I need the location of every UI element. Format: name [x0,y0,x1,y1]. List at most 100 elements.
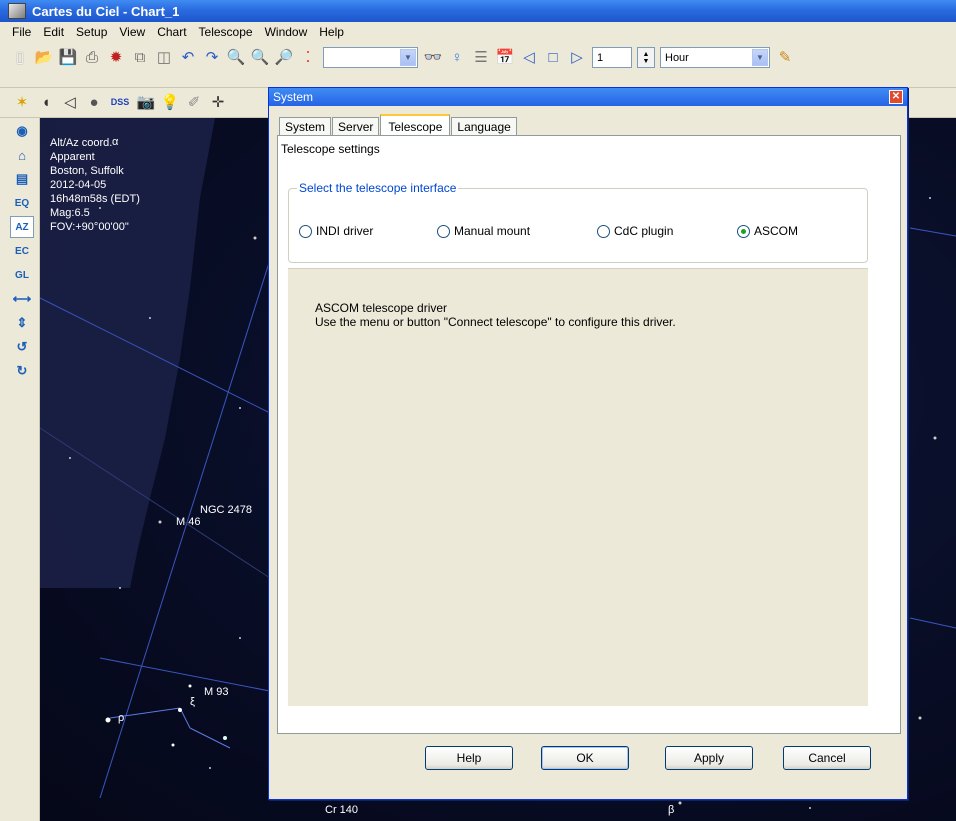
tab-system[interactable]: System [279,117,332,136]
dialog-tabs: System Server Telescope Language [279,114,518,137]
undo-icon[interactable]: ↶ [177,46,199,68]
lightbulb-icon[interactable]: 💡 [159,92,181,114]
binoculars-icon[interactable]: 👓 [422,46,444,68]
radio-indicator[interactable] [597,224,610,238]
radio-cdc-plugin[interactable]: CdC plugin [597,224,673,238]
cross-icon[interactable]: ✛ [207,92,229,114]
radio-label: CdC plugin [614,224,674,238]
menu-setup[interactable]: Setup [70,25,113,39]
radio-manual-mount[interactable]: Manual mount [437,224,530,238]
object-label-m93: M 93 [204,686,229,698]
menu-edit[interactable]: Edit [37,25,70,39]
rotate-right-icon[interactable]: ↻ [10,360,34,382]
globe-icon[interactable]: ◉ [10,120,34,142]
zoom-fov-icon[interactable]: 🔎 [273,46,295,68]
stars-icon[interactable]: ✶ [11,92,33,114]
radio-indicator[interactable] [737,224,750,238]
time-now-icon[interactable]: □ [542,46,564,68]
ec-coords-button[interactable]: EC [10,240,34,262]
camera-icon[interactable]: 📷 [135,92,157,114]
menu-chart[interactable]: Chart [151,25,192,39]
object-label-m46: M 46 [176,516,201,528]
groupbox-label: Select the telescope interface [297,181,459,195]
time-forward-icon[interactable]: ▷ [566,46,588,68]
info-date: 2012-04-05 [50,179,107,191]
nebula-icon[interactable]: ◖ [35,92,57,114]
radio-indi-driver[interactable]: INDI driver [299,224,373,238]
eq-coords-button[interactable]: EQ [10,192,34,214]
info-magnitude: Mag:6.5 [50,207,90,219]
chart-settings-icon[interactable]: ▤ [10,168,34,190]
left-toolbar: ◉ ⌂ ▤ EQ AZ EC GL ⟷ ⇕ ↺ ↻ [0,118,40,821]
dss-button[interactable]: DSS [107,92,133,114]
menu-window[interactable]: Window [259,25,314,39]
system-dialog: System ✕ System Server Telescope Languag… [268,87,908,800]
radio-label: Manual mount [454,224,531,238]
redo-icon[interactable]: ↷ [201,46,223,68]
gl-coords-button[interactable]: GL [10,264,34,286]
planet-icon[interactable]: ● [83,92,105,114]
menu-telescope[interactable]: Telescope [193,25,259,39]
time-step-spinner[interactable]: ▲ ▼ [637,47,655,68]
constellation-icon[interactable]: ◁ [59,92,81,114]
menu-bar: File Edit Setup View Chart Telescope Win… [0,22,956,42]
cancel-button[interactable]: Cancel [783,746,871,770]
list-icon[interactable]: ☰ [470,46,492,68]
print-icon[interactable]: ⎙ [81,46,103,68]
driver-info-panel: ASCOM telescope driver Use the menu or b… [288,268,868,706]
ok-button[interactable]: OK [541,746,629,770]
radio-indicator[interactable] [437,224,450,238]
interface-radio-group: INDI driver Manual mount CdC plugin ASCO… [299,224,859,244]
help-button[interactable]: Help [425,746,513,770]
open-folder-icon[interactable]: 📂 [33,46,55,68]
radio-indicator[interactable] [299,224,312,238]
fov-select[interactable]: ▼ [323,47,418,68]
tab-telescope[interactable]: Telescope [380,114,451,137]
setup-icon[interactable]: ✹ [105,46,127,68]
tab-server[interactable]: Server [332,117,380,136]
info-coord-mode: Alt/Az coord. [50,137,113,149]
color-dots-icon[interactable]: ⁚ [297,46,319,68]
info-apparent: Apparent [50,151,95,163]
tab-language[interactable]: Language [451,117,517,136]
page-title: Telescope settings [281,142,380,156]
flip-vertical-icon[interactable]: ⇕ [10,312,34,334]
time-back-icon[interactable]: ◁ [518,46,540,68]
app-icon [8,3,26,19]
search-icon[interactable]: ♀ [446,46,468,68]
star-label-alpha: α [112,136,119,148]
info-location: Boston, Suffolk [50,165,124,177]
dialog-title: System [273,90,314,104]
time-step-input[interactable]: 1 [592,47,632,68]
menu-file[interactable]: File [6,25,37,39]
window-tile-icon[interactable]: ⧉ [129,46,151,68]
chevron-down-icon: ▼ [752,49,768,66]
flip-horizontal-icon[interactable]: ⟷ [10,288,34,310]
zoom-out-icon[interactable]: 🔍 [249,46,271,68]
menu-help[interactable]: Help [313,25,350,39]
apply-button[interactable]: Apply [665,746,753,770]
time-unit-select[interactable]: Hour ▼ [660,47,770,68]
save-icon[interactable]: 💾 [57,46,79,68]
window-title-bar: Cartes du Ciel - Chart_1 [0,0,956,22]
menu-view[interactable]: View [113,25,151,39]
radio-label: ASCOM [754,224,799,238]
info-time: 16h48m58s (EDT) [50,193,140,205]
star-label-beta: β [668,804,675,816]
az-coords-button[interactable]: AZ [10,216,34,238]
radio-ascom[interactable]: ASCOM [737,224,798,238]
driver-info-title: ASCOM telescope driver [315,301,448,315]
telescope-icon[interactable]: ✎ [774,46,796,68]
zoom-in-icon[interactable]: 🔍 [225,46,247,68]
pencil-icon[interactable]: ✐ [183,92,205,114]
close-icon[interactable]: ✕ [889,90,903,104]
object-label-ngc2478: NGC 2478 [200,504,252,516]
driver-info-text: Use the menu or button "Connect telescop… [315,315,676,329]
rotate-left-icon[interactable]: ↺ [10,336,34,358]
main-toolbar: ▯ 📂 💾 ⎙ ✹ ⧉ ◫ ↶ ↷ 🔍 🔍 🔎 ⁚ ▼ 👓 ♀ ☰ 📅 ◁ □ … [0,42,956,88]
new-chart-icon[interactable]: ▯ [9,46,31,68]
calendar-icon[interactable]: 📅 [494,46,516,68]
window-split-icon[interactable]: ◫ [153,46,175,68]
location-icon[interactable]: ⌂ [10,144,34,166]
radio-label: INDI driver [316,224,374,238]
